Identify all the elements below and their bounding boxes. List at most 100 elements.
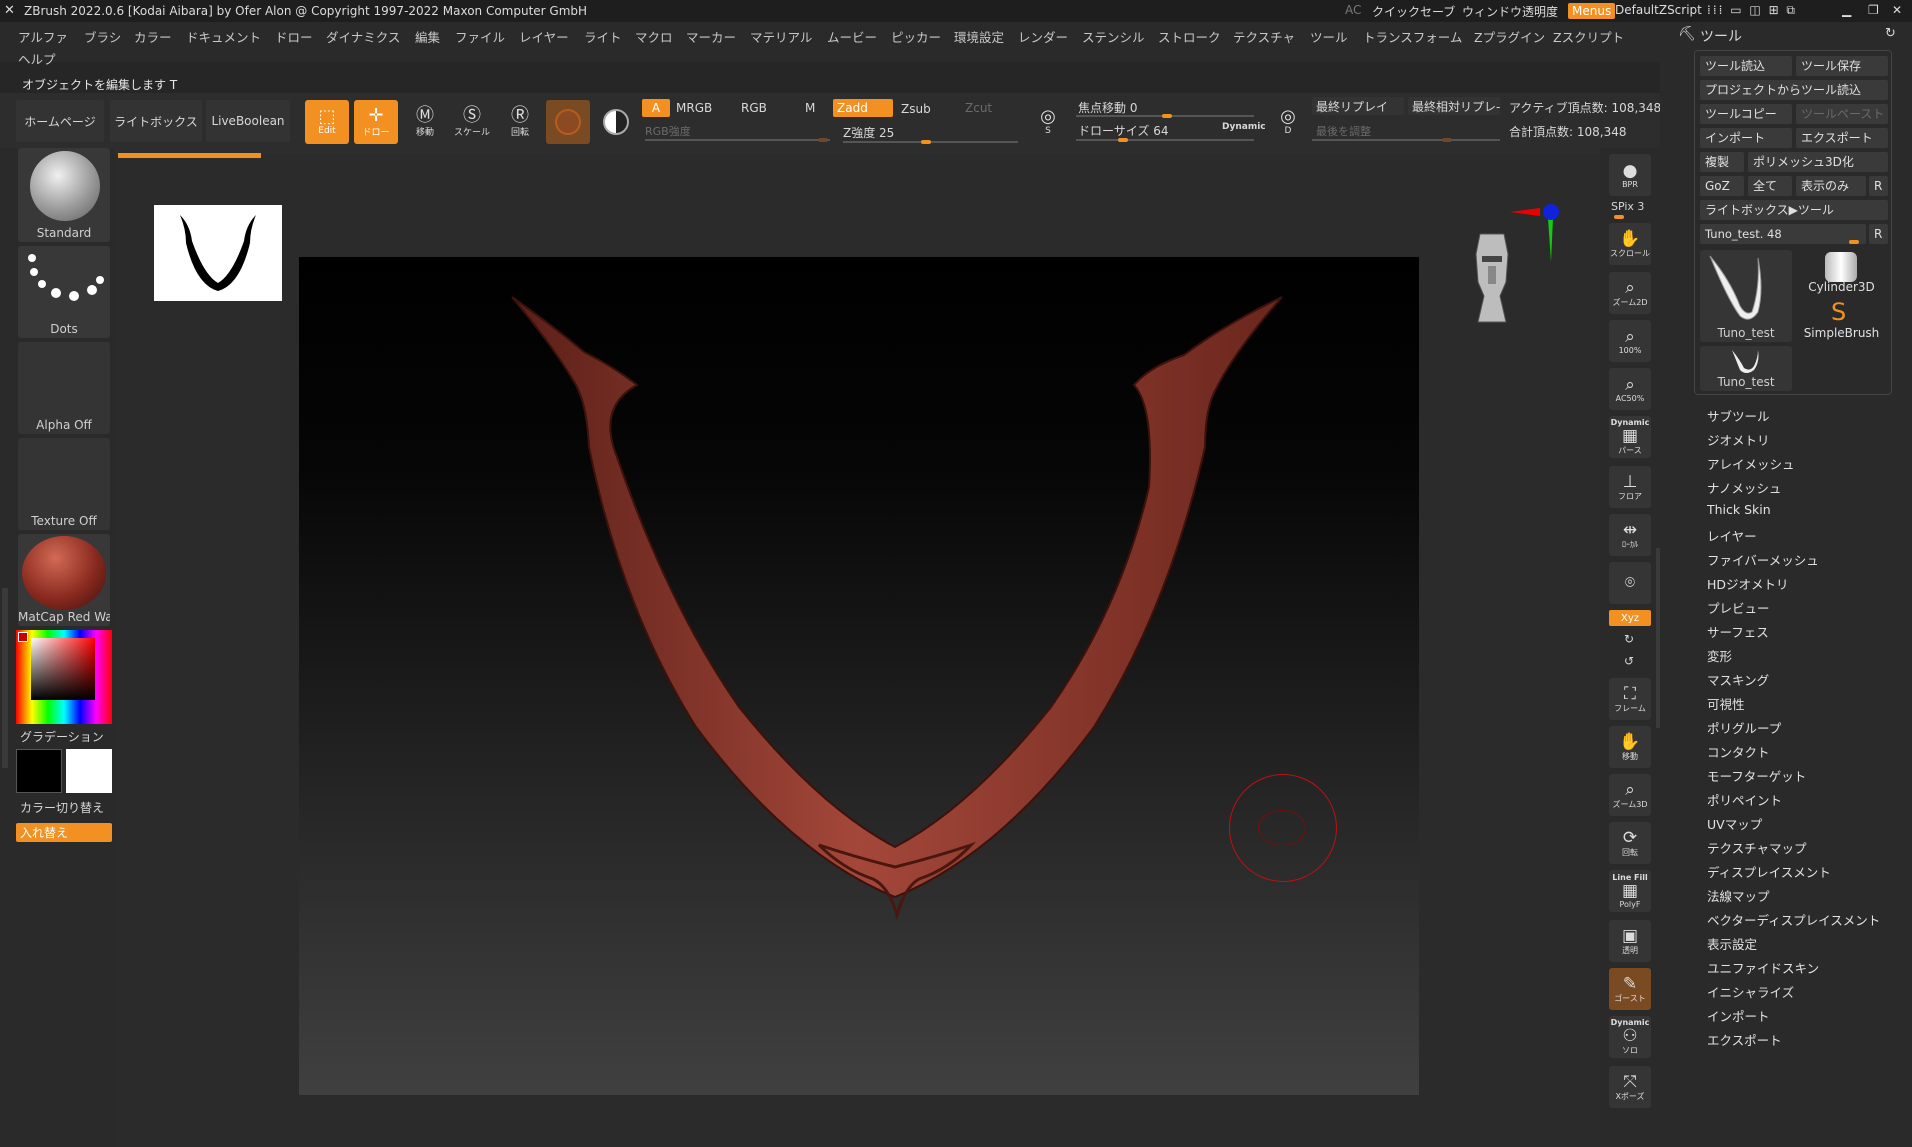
goz-button[interactable]: GoZ bbox=[1700, 176, 1744, 196]
draw-size-slider[interactable]: ドローサイズ 64 bbox=[1078, 122, 1169, 139]
section-deformation[interactable]: 変形 bbox=[1707, 646, 1732, 665]
ghost-button[interactable]: ✎ ゴースト bbox=[1609, 968, 1651, 1010]
rotate-y-icon[interactable]: ↻ bbox=[1624, 632, 1634, 646]
homepage-button[interactable]: ホームページ bbox=[16, 100, 104, 142]
document-canvas[interactable] bbox=[299, 257, 1419, 1095]
xpose-button[interactable]: ⤧ Xポーズ bbox=[1609, 1066, 1651, 1108]
minimize-icon[interactable]: ▁ bbox=[1842, 3, 1851, 17]
quicksave-button[interactable]: クイックセーブ bbox=[1372, 3, 1455, 20]
menu-preferences[interactable]: 環境設定 bbox=[954, 27, 1004, 46]
rotate-mode-button[interactable]: Ⓡ 回転 bbox=[498, 100, 542, 144]
frame-button[interactable]: ⛶ フレーム bbox=[1609, 678, 1651, 720]
move-view-button[interactable]: ✋ 移動 bbox=[1609, 726, 1651, 768]
layout-icons[interactable]: ⁞⁞⁞ ▭ ◫ ⊞ ⧉ bbox=[1707, 3, 1797, 18]
main-color-swatch[interactable] bbox=[16, 749, 62, 793]
section-normal-map[interactable]: 法線マップ bbox=[1707, 886, 1770, 905]
rgb-intensity-slider[interactable]: RGB強度 bbox=[645, 123, 691, 139]
section-subtool[interactable]: サブツール bbox=[1707, 406, 1770, 425]
section-hd-geometry[interactable]: HDジオメトリ bbox=[1707, 574, 1789, 593]
draw-mode-button[interactable]: ✛ ドロー bbox=[354, 100, 398, 144]
axis-gizmo[interactable] bbox=[1500, 200, 1560, 264]
lightbox-tools-button[interactable]: ライトボックス▶ツール bbox=[1700, 200, 1888, 220]
s-lazymouse-button[interactable]: ◎ S bbox=[1026, 100, 1070, 144]
adjust-last-slider[interactable]: 最後を調整 bbox=[1316, 123, 1371, 139]
menu-macro[interactable]: マクロ bbox=[635, 27, 673, 46]
adjust-last-knob[interactable] bbox=[1442, 138, 1452, 142]
floor-button[interactable]: ⊥ フロア bbox=[1609, 466, 1651, 508]
sculpt-model[interactable] bbox=[299, 257, 1419, 1095]
secondary-color-swatch[interactable] bbox=[66, 749, 112, 793]
menu-texture[interactable]: テクスチャ bbox=[1233, 27, 1295, 46]
local-button[interactable]: ⇹ ﾛｰｶﾙ bbox=[1609, 514, 1651, 556]
zoom2d-button[interactable]: ⌕ ズーム2D bbox=[1609, 272, 1651, 314]
import-button[interactable]: インポート bbox=[1700, 128, 1792, 148]
rotate-view-button[interactable]: ⟳ 回転 bbox=[1609, 822, 1651, 864]
copy-tool-button[interactable]: ツールコピー bbox=[1700, 104, 1792, 124]
menu-tool[interactable]: ツール bbox=[1310, 27, 1348, 46]
default-zscript-button[interactable]: DefaultZScript bbox=[1615, 3, 1702, 17]
swap-colors-button[interactable]: 入れ替え bbox=[16, 823, 112, 842]
zoom3d-button[interactable]: ⌕ ズーム3D bbox=[1609, 774, 1651, 816]
section-unified-skin[interactable]: ユニファイドスキン bbox=[1707, 958, 1819, 977]
tool-thumb-tuno-test-2[interactable]: Tuno_test bbox=[1700, 346, 1792, 391]
menu-file[interactable]: ファイル bbox=[455, 27, 505, 46]
material-selector[interactable]: MatCap Red Wax bbox=[18, 534, 110, 626]
section-polypaint[interactable]: ポリペイント bbox=[1707, 790, 1782, 809]
make-polymesh-button[interactable]: ポリメッシュ3D化 bbox=[1748, 152, 1888, 172]
alpha-selector[interactable]: Alpha Off bbox=[18, 342, 110, 434]
xyz-toggle[interactable]: Xyz bbox=[1609, 610, 1651, 626]
bpr-button[interactable]: ● BPR bbox=[1609, 154, 1651, 196]
stroke-selector[interactable]: Dots bbox=[18, 246, 110, 338]
tool-thumb-simplebrush[interactable]: S SimpleBrush bbox=[1795, 298, 1888, 342]
section-displacement[interactable]: ディスプレイスメント bbox=[1707, 862, 1831, 881]
window-transparency-slider[interactable]: ウィンドウ透明度 bbox=[1462, 3, 1558, 20]
spix-knob[interactable] bbox=[1614, 215, 1624, 219]
close-icon[interactable]: ✕ bbox=[1892, 3, 1902, 17]
menu-help[interactable]: ヘルプ bbox=[18, 49, 56, 68]
section-geometry[interactable]: ジオメトリ bbox=[1707, 430, 1770, 449]
m-toggle[interactable]: M bbox=[805, 101, 815, 115]
palette-refresh-icon[interactable]: ↻ bbox=[1885, 26, 1896, 41]
menu-render[interactable]: レンダー bbox=[1018, 27, 1068, 46]
goz-all-button[interactable]: 全て bbox=[1748, 176, 1792, 196]
menu-material[interactable]: マテリアル bbox=[750, 27, 812, 46]
z-intensity-knob[interactable] bbox=[921, 140, 931, 144]
section-preview[interactable]: プレビュー bbox=[1707, 598, 1770, 617]
clone-button[interactable]: 複製 bbox=[1700, 152, 1744, 172]
menu-edit[interactable]: 編集 bbox=[415, 27, 440, 46]
menu-brush[interactable]: ブラシ bbox=[84, 27, 121, 46]
current-tool-slider[interactable]: Tuno_test. 48 bbox=[1700, 224, 1866, 244]
transparency-button[interactable]: ▣ 透明 bbox=[1609, 920, 1651, 962]
focal-shift-knob[interactable] bbox=[1162, 114, 1172, 118]
zcut-toggle[interactable]: Zcut bbox=[965, 101, 992, 115]
menu-alpha[interactable]: アルファ bbox=[18, 27, 68, 46]
menu-dynamics[interactable]: ダイナミクス bbox=[326, 27, 400, 46]
dynamic-toggle[interactable]: Dynamic bbox=[1222, 122, 1266, 132]
current-tool-r-button[interactable]: R bbox=[1869, 224, 1888, 244]
section-export[interactable]: エクスポート bbox=[1707, 1030, 1782, 1049]
menu-marker[interactable]: マーカー bbox=[686, 27, 736, 46]
section-texture-map[interactable]: テクスチャマップ bbox=[1707, 838, 1807, 857]
section-masking[interactable]: マスキング bbox=[1707, 670, 1769, 689]
current-tool-knob[interactable] bbox=[1849, 240, 1859, 244]
menu-picker[interactable]: ピッカー bbox=[891, 27, 941, 46]
menu-light[interactable]: ライト bbox=[584, 27, 622, 46]
polyframe-button[interactable]: Line Fill ▦ PolyF bbox=[1609, 870, 1651, 912]
lightbox-button[interactable]: ライトボックス bbox=[110, 100, 202, 142]
section-initialize[interactable]: イニシャライズ bbox=[1707, 982, 1794, 1001]
goz-visible-button[interactable]: 表示のみ bbox=[1796, 176, 1866, 196]
solo-button[interactable]: Dynamic ⚇ ソロ bbox=[1609, 1016, 1651, 1058]
last-replay-button[interactable]: 最終リプレイ bbox=[1312, 97, 1404, 115]
paste-tool-button[interactable]: ツールペースト bbox=[1796, 104, 1888, 124]
color-picker-square[interactable] bbox=[31, 638, 95, 700]
rgb-toggle[interactable]: RGB bbox=[741, 101, 767, 115]
draw-size-knob[interactable] bbox=[1118, 138, 1128, 142]
spix-slider[interactable]: SPix 3 bbox=[1611, 200, 1644, 213]
menu-transform[interactable]: トランスフォーム bbox=[1363, 27, 1462, 46]
section-display-properties[interactable]: 表示設定 bbox=[1707, 934, 1757, 953]
menu-movie[interactable]: ムービー bbox=[827, 27, 877, 46]
export-button[interactable]: エクスポート bbox=[1796, 128, 1888, 148]
last-relative-replay-button[interactable]: 最終相対リプレ- bbox=[1408, 97, 1500, 115]
mrgb-toggle[interactable]: MRGB bbox=[676, 101, 712, 115]
edit-mode-button[interactable]: ⬚ Edit bbox=[305, 100, 349, 144]
